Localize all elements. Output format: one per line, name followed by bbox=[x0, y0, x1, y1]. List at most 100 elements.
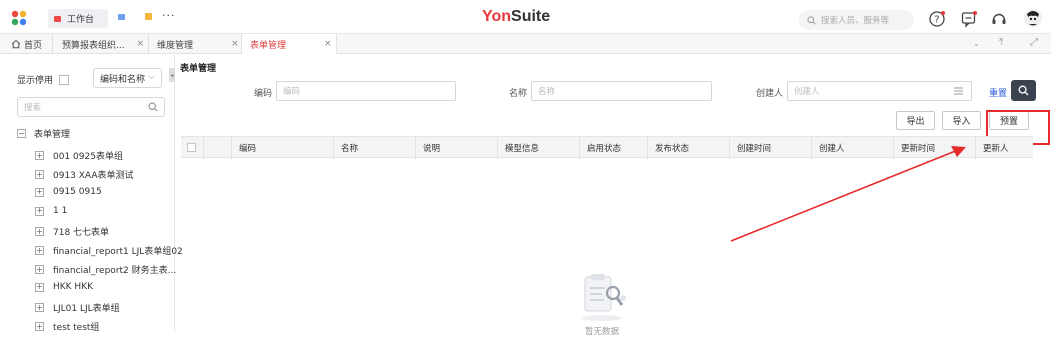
tree-root-node[interactable]: − 表单管理 bbox=[17, 127, 70, 140]
display-mode-value: 编码和名称 bbox=[100, 74, 146, 85]
tree-item-label: HKK HKK bbox=[53, 282, 94, 292]
list-select-icon[interactable] bbox=[954, 87, 963, 95]
tab-home[interactable]: 首页 bbox=[11, 34, 42, 54]
tree-root-label: 表单管理 bbox=[34, 130, 71, 140]
global-search-placeholder: 搜索人员、服务等 bbox=[821, 16, 890, 26]
column-header[interactable]: 模型信息 bbox=[497, 137, 579, 159]
tab-form-management[interactable]: 表单管理 × bbox=[241, 34, 337, 54]
tree-search-input[interactable]: 搜索 bbox=[17, 97, 165, 117]
table-header: 编码 名称 说明 模型信息 启用状态 发布状态 创建时间 创建人 更新时间 更新… bbox=[181, 136, 1033, 159]
tree-item-label: 0915 0915 bbox=[53, 187, 102, 197]
code-input[interactable]: 编码 bbox=[276, 81, 456, 101]
app-shortcut-icon[interactable] bbox=[118, 14, 125, 20]
page-tab-bar: 首页 预算报表组织... × 维度管理 × 表单管理 × ⌄ ⤒ ⤢ bbox=[0, 34, 1051, 54]
display-mode-select[interactable]: 编码和名称 ⌵ bbox=[93, 68, 162, 88]
expand-node-icon[interactable]: + bbox=[35, 206, 44, 216]
code-label: 编码 bbox=[254, 89, 273, 99]
tab-home-label: 首页 bbox=[24, 40, 43, 51]
help-icon[interactable]: ? bbox=[928, 10, 946, 28]
global-search-input[interactable]: 搜索人员、服务等 bbox=[799, 10, 914, 30]
collapse-sidebar-handle[interactable]: ◂ bbox=[169, 68, 175, 82]
creator-label: 创建人 bbox=[756, 89, 784, 99]
column-header[interactable]: 发布状态 bbox=[647, 137, 729, 159]
tree-item[interactable]: +001 0925表单组 bbox=[35, 149, 123, 162]
tab-form-management-label: 表单管理 bbox=[250, 40, 287, 51]
empty-data-text: 暂无数据 bbox=[585, 327, 620, 337]
column-header[interactable]: 创建人 bbox=[811, 137, 893, 159]
message-icon[interactable] bbox=[960, 10, 978, 28]
expand-node-icon[interactable]: + bbox=[35, 227, 44, 236]
app-grid-icon[interactable] bbox=[11, 10, 27, 26]
svg-text:?: ? bbox=[934, 15, 939, 26]
expand-node-icon[interactable]: + bbox=[35, 170, 44, 179]
select-all-checkbox[interactable] bbox=[187, 143, 196, 152]
main-content: 表单管理 编码 编码 名称 名称 创建人 创建人 重置 导出 导入 预置 编码 … bbox=[176, 55, 1051, 337]
tree-item[interactable]: +0915 0915 bbox=[35, 187, 102, 197]
tree-item[interactable]: +0913 XAA表单测试 bbox=[35, 168, 134, 181]
tree-item[interactable]: + LJL01 LJL表单组 bbox=[35, 301, 120, 314]
column-header[interactable]: 名称 bbox=[333, 137, 415, 159]
column-header[interactable]: 创建时间 bbox=[729, 137, 811, 159]
tree-item[interactable]: + financial_report1 LJL表单组02 bbox=[35, 244, 183, 257]
close-icon[interactable]: × bbox=[137, 39, 145, 49]
tree-item[interactable]: + financial_report2 财务主表... bbox=[35, 263, 176, 276]
show-disabled-label: 显示停用 bbox=[17, 76, 54, 86]
show-disabled-checkbox[interactable] bbox=[59, 74, 70, 85]
tree-item[interactable]: +1 1 bbox=[35, 206, 67, 216]
form-tree-sidebar: 显示停用 编码和名称 ⌵ ◂ 搜索 − 表单管理 +001 0925表单组 +0… bbox=[0, 55, 183, 333]
yonsuite-logo: YonSuite bbox=[482, 8, 550, 26]
user-avatar[interactable] bbox=[1023, 8, 1043, 28]
reset-button[interactable]: 重置 bbox=[989, 86, 1007, 99]
expand-node-icon[interactable]: + bbox=[35, 246, 44, 255]
expand-node-icon[interactable]: + bbox=[35, 282, 44, 292]
chevron-down-icon[interactable]: ⌄ bbox=[973, 39, 980, 48]
pin-top-icon[interactable]: ⤒ bbox=[999, 37, 1003, 48]
workbench-icon bbox=[54, 15, 61, 22]
tree-item-label: 0913 XAA表单测试 bbox=[53, 171, 134, 181]
home-icon bbox=[11, 39, 21, 49]
tree-item[interactable]: + test test组 bbox=[35, 320, 99, 333]
tree-item[interactable]: +718 七七表单 bbox=[35, 225, 109, 238]
expand-node-icon[interactable]: + bbox=[35, 265, 44, 274]
search-icon[interactable] bbox=[148, 102, 158, 112]
logo-suite: Suite bbox=[511, 8, 551, 25]
headset-icon[interactable] bbox=[990, 10, 1008, 28]
search-icon bbox=[1018, 85, 1029, 96]
more-icon[interactable]: ··· bbox=[162, 9, 176, 22]
table-header-spacer bbox=[203, 137, 231, 159]
expand-node-icon[interactable]: + bbox=[35, 303, 44, 312]
expand-node-icon[interactable]: + bbox=[35, 151, 44, 160]
top-bar: 工作台 ··· YonSuite 搜索人员、服务等 ? bbox=[0, 0, 1051, 34]
close-icon[interactable]: × bbox=[324, 39, 332, 49]
close-icon[interactable]: × bbox=[231, 39, 239, 49]
import-button[interactable]: 导入 bbox=[942, 111, 981, 130]
expand-node-icon[interactable]: + bbox=[35, 187, 44, 197]
expand-node-icon[interactable]: + bbox=[35, 322, 44, 331]
fullscreen-icon[interactable]: ⤢ bbox=[1030, 37, 1038, 48]
creator-placeholder: 创建人 bbox=[794, 87, 820, 97]
chevron-down-icon: ⌵ bbox=[148, 72, 155, 82]
column-header[interactable]: 更新时间 bbox=[893, 137, 975, 159]
column-header[interactable]: 更新人 bbox=[975, 137, 1033, 159]
tree-item-label: 1 1 bbox=[53, 206, 68, 216]
search-button[interactable] bbox=[1011, 80, 1036, 101]
workbench-tab[interactable]: 工作台 bbox=[48, 9, 108, 28]
name-input[interactable]: 名称 bbox=[531, 81, 712, 101]
tree-item-label: LJL01 LJL表单组 bbox=[53, 304, 120, 314]
tab-budget-org[interactable]: 预算报表组织... × bbox=[52, 34, 144, 54]
creator-input[interactable]: 创建人 bbox=[787, 81, 972, 101]
tab-dimension[interactable]: 维度管理 × bbox=[148, 34, 239, 54]
notes-shortcut-icon[interactable] bbox=[145, 13, 152, 20]
logo-you: Yon bbox=[482, 8, 512, 25]
tree-search-placeholder: 搜索 bbox=[24, 103, 42, 113]
search-icon bbox=[807, 15, 816, 25]
tree-item-label: financial_report1 LJL表单组02 bbox=[53, 247, 183, 257]
tree-item[interactable]: + HKK HKK bbox=[35, 282, 93, 292]
show-disabled-toggle: 显示停用 bbox=[17, 73, 70, 86]
tree-item-label: test test组 bbox=[53, 323, 100, 333]
column-header[interactable]: 编码 bbox=[231, 137, 333, 159]
column-header[interactable]: 说明 bbox=[415, 137, 497, 159]
column-header[interactable]: 启用状态 bbox=[579, 137, 647, 159]
export-button[interactable]: 导出 bbox=[896, 111, 935, 130]
collapse-node-icon[interactable]: − bbox=[17, 129, 26, 138]
